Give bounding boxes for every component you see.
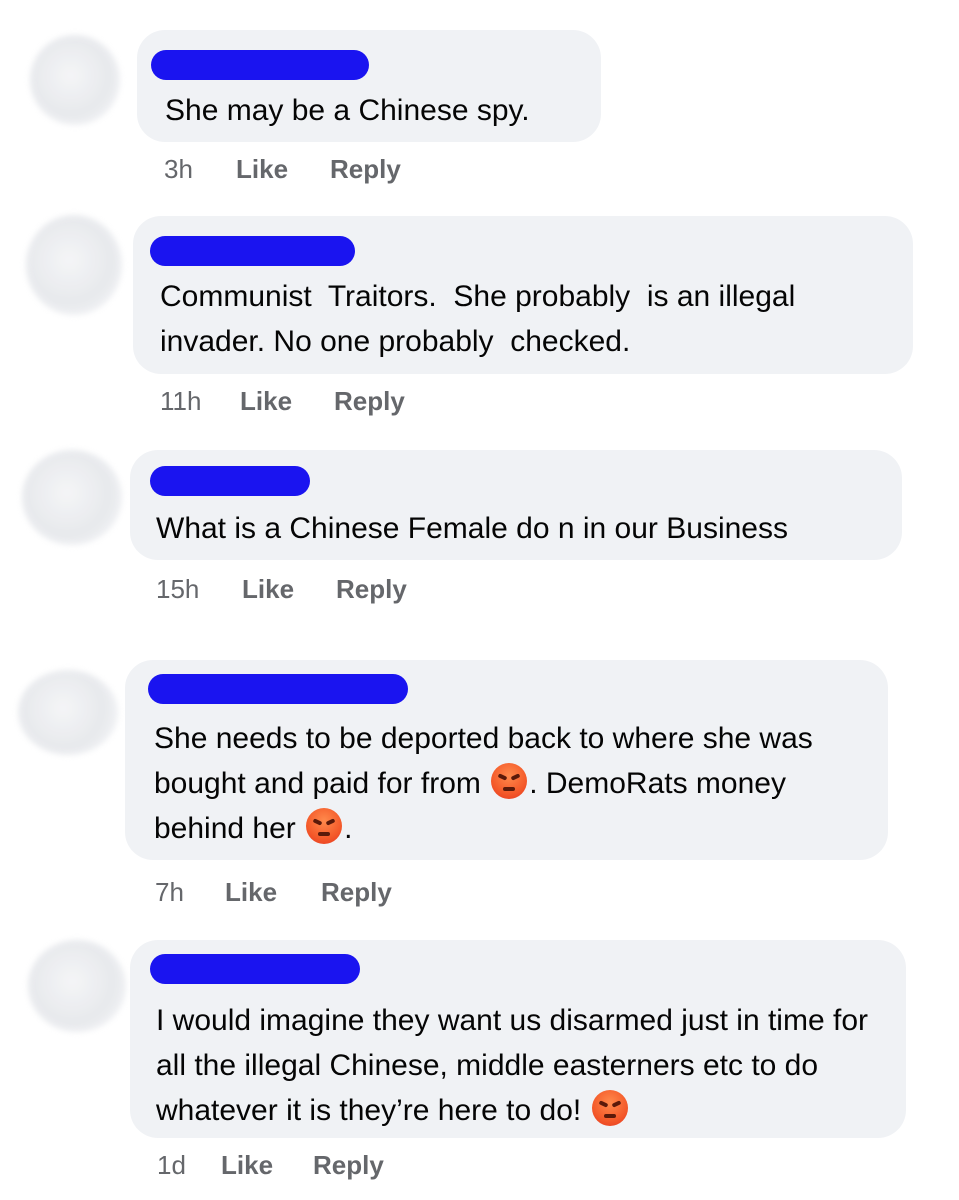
like-button[interactable]: Like	[236, 154, 330, 185]
avatar[interactable]	[30, 35, 120, 125]
comment-text-part: I would imagine they want us disarmed ju…	[156, 1004, 877, 1127]
reply-button[interactable]: Reply	[336, 574, 407, 605]
like-button[interactable]: Like	[242, 574, 336, 605]
comment-text: What is a Chinese Female do n in our Bus…	[156, 512, 788, 545]
comment-actions: 15h Like Reply	[156, 574, 407, 605]
angry-face-icon	[306, 808, 343, 844]
avatar[interactable]	[26, 215, 122, 315]
redacted-author-name[interactable]	[151, 50, 369, 80]
comment-bubble: Communist Traitors. She probably is an i…	[133, 216, 913, 374]
comment-bubble: I would imagine they want us disarmed ju…	[130, 940, 906, 1138]
comment-text: Communist Traitors. She probably is an i…	[160, 280, 804, 358]
timestamp: 7h	[155, 877, 184, 907]
comment-actions: 11h Like Reply	[160, 386, 405, 417]
like-button[interactable]: Like	[225, 877, 321, 908]
comment-text: She needs to be deported back to where s…	[154, 716, 884, 851]
like-button[interactable]: Like	[221, 1150, 313, 1181]
comment-bubble: What is a Chinese Female do n in our Bus…	[130, 450, 902, 560]
comment-bubble: She needs to be deported back to where s…	[125, 660, 888, 860]
timestamp: 11h	[160, 386, 202, 416]
avatar[interactable]	[18, 670, 118, 755]
redacted-author-name[interactable]	[150, 954, 360, 984]
angry-face-icon	[491, 763, 528, 799]
timestamp: 1d	[157, 1150, 186, 1180]
comment-text-part: .	[344, 812, 353, 845]
comment-actions: 3h Like Reply	[164, 154, 401, 185]
comment-actions: 1d Like Reply	[157, 1150, 384, 1181]
comment-text: I would imagine they want us disarmed ju…	[156, 998, 901, 1133]
reply-button[interactable]: Reply	[321, 877, 392, 908]
reply-button[interactable]: Reply	[334, 386, 405, 417]
reply-button[interactable]: Reply	[330, 154, 401, 185]
avatar[interactable]	[28, 940, 126, 1032]
comment-actions: 7h Like Reply	[155, 877, 392, 908]
redacted-author-name[interactable]	[148, 674, 408, 704]
avatar[interactable]	[22, 450, 122, 545]
reply-button[interactable]: Reply	[313, 1150, 384, 1181]
comment-bubble: She may be a Chinese spy.	[137, 30, 601, 142]
redacted-author-name[interactable]	[150, 236, 355, 266]
timestamp: 3h	[164, 154, 193, 184]
comment-text: She may be a Chinese spy.	[165, 94, 530, 127]
timestamp: 15h	[156, 574, 200, 604]
redacted-author-name[interactable]	[150, 466, 310, 496]
like-button[interactable]: Like	[240, 386, 334, 417]
angry-face-icon	[591, 1090, 628, 1126]
